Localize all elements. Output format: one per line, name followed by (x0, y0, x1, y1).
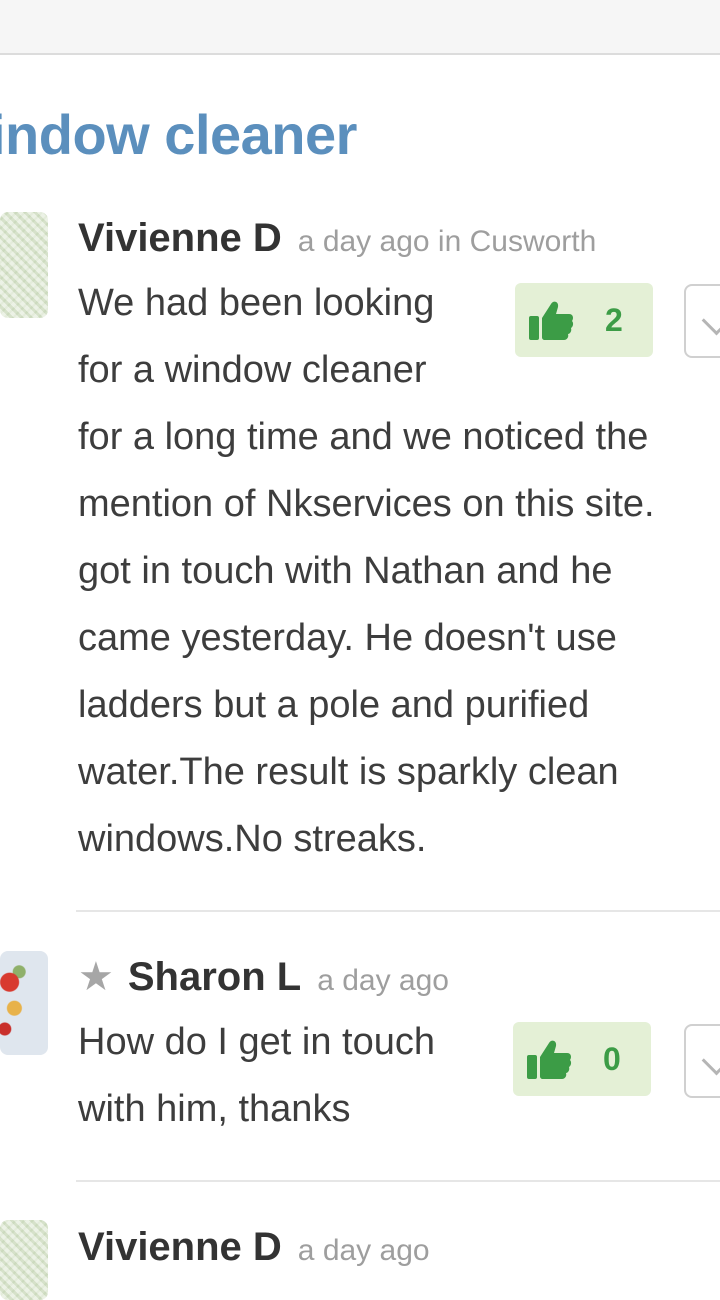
chevron-down-icon (701, 1045, 720, 1076)
more-options-button[interactable] (684, 284, 720, 358)
comment-line: mention of Nkservices on this site. (78, 483, 655, 525)
author-name[interactable]: Vivienne D (78, 216, 282, 261)
comment-line: How do I get in touch (78, 1021, 435, 1063)
comment-line: for a long time and we noticed the (78, 416, 649, 458)
comment-line: came yesterday. He doesn't use (78, 617, 617, 659)
comment-line: got in touch with Nathan and he (78, 550, 613, 592)
comment-divider (76, 1180, 720, 1182)
avatar[interactable] (0, 951, 48, 1055)
top-bar (0, 0, 720, 55)
thumbs-up-icon (529, 301, 574, 340)
avatar[interactable] (0, 212, 48, 318)
comment-line: water.The result is sparkly clean (78, 751, 619, 793)
comment-body: How do I get in touch with him, thanks (78, 1009, 435, 1143)
comment-meta: a day ago (317, 964, 449, 997)
like-button[interactable]: 0 (513, 1022, 651, 1096)
comment-body: We had been looking for a window cleaner… (78, 270, 655, 873)
author-name[interactable]: Sharon L (128, 955, 301, 1000)
page-title: indow cleaner (0, 103, 357, 166)
thumbs-up-icon (527, 1040, 572, 1079)
like-count: 0 (603, 1040, 621, 1077)
star-icon: ★ (78, 955, 114, 999)
comment-header: Vivienne D a day ago (78, 1225, 430, 1270)
avatar[interactable] (0, 1220, 48, 1300)
comment-line: windows.No streaks. (78, 818, 427, 860)
like-button[interactable]: 2 (515, 283, 653, 357)
like-count: 2 (605, 301, 623, 338)
author-name[interactable]: Vivienne D (78, 1225, 282, 1270)
comment-header: Vivienne D a day ago in Cusworth (78, 216, 596, 261)
comment-header: ★ Sharon L a day ago (78, 955, 449, 1000)
comment-line: ladders but a pole and purified (78, 684, 590, 726)
comment-divider (76, 910, 720, 912)
comment-meta: a day ago in Cusworth (297, 225, 597, 258)
chevron-down-icon (701, 305, 720, 336)
more-options-button[interactable] (684, 1024, 720, 1098)
comment-meta: a day ago (297, 1234, 430, 1267)
comment-line: with him, thanks (78, 1088, 351, 1130)
